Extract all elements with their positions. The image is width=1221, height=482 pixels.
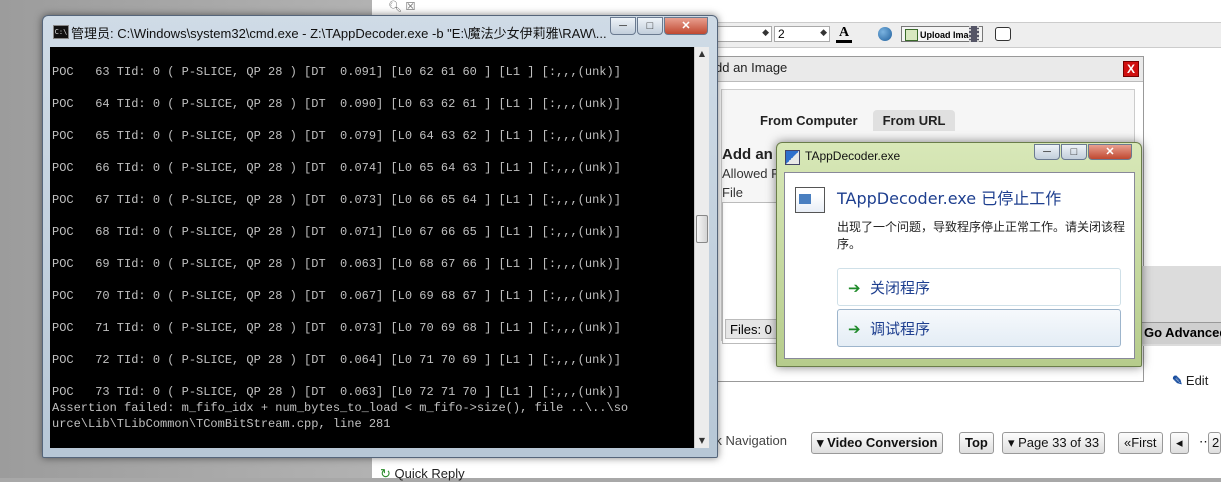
add-image-title: dd an Image xyxy=(715,60,788,75)
select-arrow-icon: ◆ xyxy=(762,27,769,37)
edit-link[interactable]: Edit xyxy=(1172,373,1208,389)
add-image-heading: Add an xyxy=(722,146,773,163)
maximize-button[interactable]: □ xyxy=(1061,144,1087,160)
quick-navigation-label: ick Navigation xyxy=(706,433,787,448)
console-line: POC 67 TId: 0 ( P-SLICE, QP 28 ) [DT 0.0… xyxy=(52,193,621,207)
scroll-thumb[interactable] xyxy=(696,215,708,243)
page-number-button[interactable]: 2 xyxy=(1208,432,1221,454)
close-program-button[interactable]: ➔ 关闭程序 xyxy=(837,268,1121,306)
forum-jump-value: Video Conversion xyxy=(827,435,938,450)
cmd-icon: C:\ xyxy=(53,25,69,39)
debug-program-button[interactable]: ➔ 调试程序 xyxy=(837,309,1121,347)
console-line: POC 63 TId: 0 ( P-SLICE, QP 28 ) [DT 0.0… xyxy=(52,65,621,79)
cmd-window: C:\ 管理员: C:\Windows\system32\cmd.exe - Z… xyxy=(42,15,718,458)
quick-reply-label: Quick Reply xyxy=(394,466,465,481)
assertion-line: Assertion failed: m_fifo_idx + num_bytes… xyxy=(52,401,629,415)
console-line: POC 68 TId: 0 ( P-SLICE, QP 28 ) [DT 0.0… xyxy=(52,225,621,239)
page-info: Page 33 of 33 xyxy=(1018,435,1100,450)
cmd-window-title: 管理员: C:\Windows\system32\cmd.exe - Z:\TA… xyxy=(71,26,607,41)
console-line: POC 69 TId: 0 ( P-SLICE, QP 28 ) [DT 0.0… xyxy=(52,257,621,271)
error-heading: TAppDecoder.exe 已停止工作 xyxy=(837,189,1062,208)
close-button[interactable]: ✕ xyxy=(664,17,708,35)
error-message: 出现了一个问题，导致程序停止正常工作。请关闭该程序。 xyxy=(837,220,1126,251)
search-icon[interactable]: 🔍︎ ☒ xyxy=(388,0,415,13)
allowed-types-label: Allowed F xyxy=(722,166,780,181)
editor-toolbar: ◆ 2 ◆ A Upload Image xyxy=(712,22,1221,48)
close-icon[interactable]: X xyxy=(1123,61,1139,77)
console-output[interactable]: POC 63 TId: 0 ( P-SLICE, QP 28 ) [DT 0.0… xyxy=(50,47,694,448)
file-label: File xyxy=(722,185,743,200)
console-line: POC 73 TId: 0 ( P-SLICE, QP 28 ) [DT 0.0… xyxy=(52,385,621,399)
go-advanced-button[interactable]: Go Advanced xyxy=(1142,322,1221,344)
tab-from-url[interactable]: From URL xyxy=(872,110,956,131)
dropdown-arrow-icon: ▾ xyxy=(817,435,828,450)
quick-reply-link[interactable]: ↻ Quick Reply xyxy=(380,466,465,482)
scroll-down-icon[interactable]: ▼ xyxy=(695,434,709,448)
tab-from-computer[interactable]: From Computer xyxy=(750,110,868,131)
reply-icon: ↻ xyxy=(380,466,395,481)
font-select[interactable]: ◆ xyxy=(712,26,772,42)
dropdown-arrow-icon: ▾ xyxy=(1008,435,1019,450)
assertion-line: urce\Lib\TLibCommon\TComBitStream.cpp, l… xyxy=(52,417,391,431)
top-button[interactable]: Top xyxy=(959,432,994,454)
page-select[interactable]: ▾ Page 33 of 33 xyxy=(1002,432,1106,454)
minimize-button[interactable]: ─ xyxy=(610,17,636,35)
vertical-scrollbar[interactable]: ▲ ▼ xyxy=(694,47,709,448)
console-line: POC 70 TId: 0 ( P-SLICE, QP 28 ) [DT 0.0… xyxy=(52,289,621,303)
forum-jump-select[interactable]: ▾ Video Conversion xyxy=(811,432,944,454)
select-arrow-icon: ◆ xyxy=(820,27,827,37)
add-image-tabs: From Computer From URL xyxy=(750,110,956,131)
console-line: POC 64 TId: 0 ( P-SLICE, QP 28 ) [DT 0.0… xyxy=(52,97,621,111)
console-line: POC 65 TId: 0 ( P-SLICE, QP 28 ) [DT 0.0… xyxy=(52,129,621,143)
size-select[interactable]: 2 ◆ xyxy=(774,26,830,42)
scroll-up-icon[interactable]: ▲ xyxy=(695,47,709,61)
maximize-button[interactable]: □ xyxy=(637,17,663,35)
speech-bubble-icon[interactable] xyxy=(995,27,1011,41)
console-line: POC 72 TId: 0 ( P-SLICE, QP 28 ) [DT 0.0… xyxy=(52,353,621,367)
globe-icon[interactable] xyxy=(878,27,892,41)
first-label: First xyxy=(1131,435,1157,450)
error-dialog-title: TAppDecoder.exe xyxy=(805,149,901,163)
close-button[interactable]: ✕ xyxy=(1088,144,1132,160)
error-dialog-body: TAppDecoder.exe 已停止工作 出现了一个问题，导致程序停止正常工作… xyxy=(784,172,1135,359)
arrow-right-icon: ➔ xyxy=(848,279,861,297)
size-value: 2 xyxy=(778,27,785,41)
minimize-button[interactable]: ─ xyxy=(1034,144,1060,160)
program-icon xyxy=(795,187,825,213)
text-color-bar xyxy=(836,40,852,43)
error-dialog: TAppDecoder.exe ─ □ ✕ TAppDecoder.exe 已停… xyxy=(776,142,1142,367)
film-icon[interactable] xyxy=(969,26,979,42)
close-program-label: 关闭程序 xyxy=(870,279,931,297)
debug-program-label: 调试程序 xyxy=(870,320,931,338)
prev-page-button[interactable]: ◂ xyxy=(1170,432,1189,454)
console-line: POC 66 TId: 0 ( P-SLICE, QP 28 ) [DT 0.0… xyxy=(52,161,621,175)
console-line: POC 71 TId: 0 ( P-SLICE, QP 28 ) [DT 0.0… xyxy=(52,321,621,335)
add-image-titlebar: dd an Image X xyxy=(703,57,1143,82)
arrow-right-icon: ➔ xyxy=(848,320,861,338)
app-title-icon xyxy=(785,150,800,165)
first-page-button[interactable]: «First xyxy=(1118,432,1163,454)
